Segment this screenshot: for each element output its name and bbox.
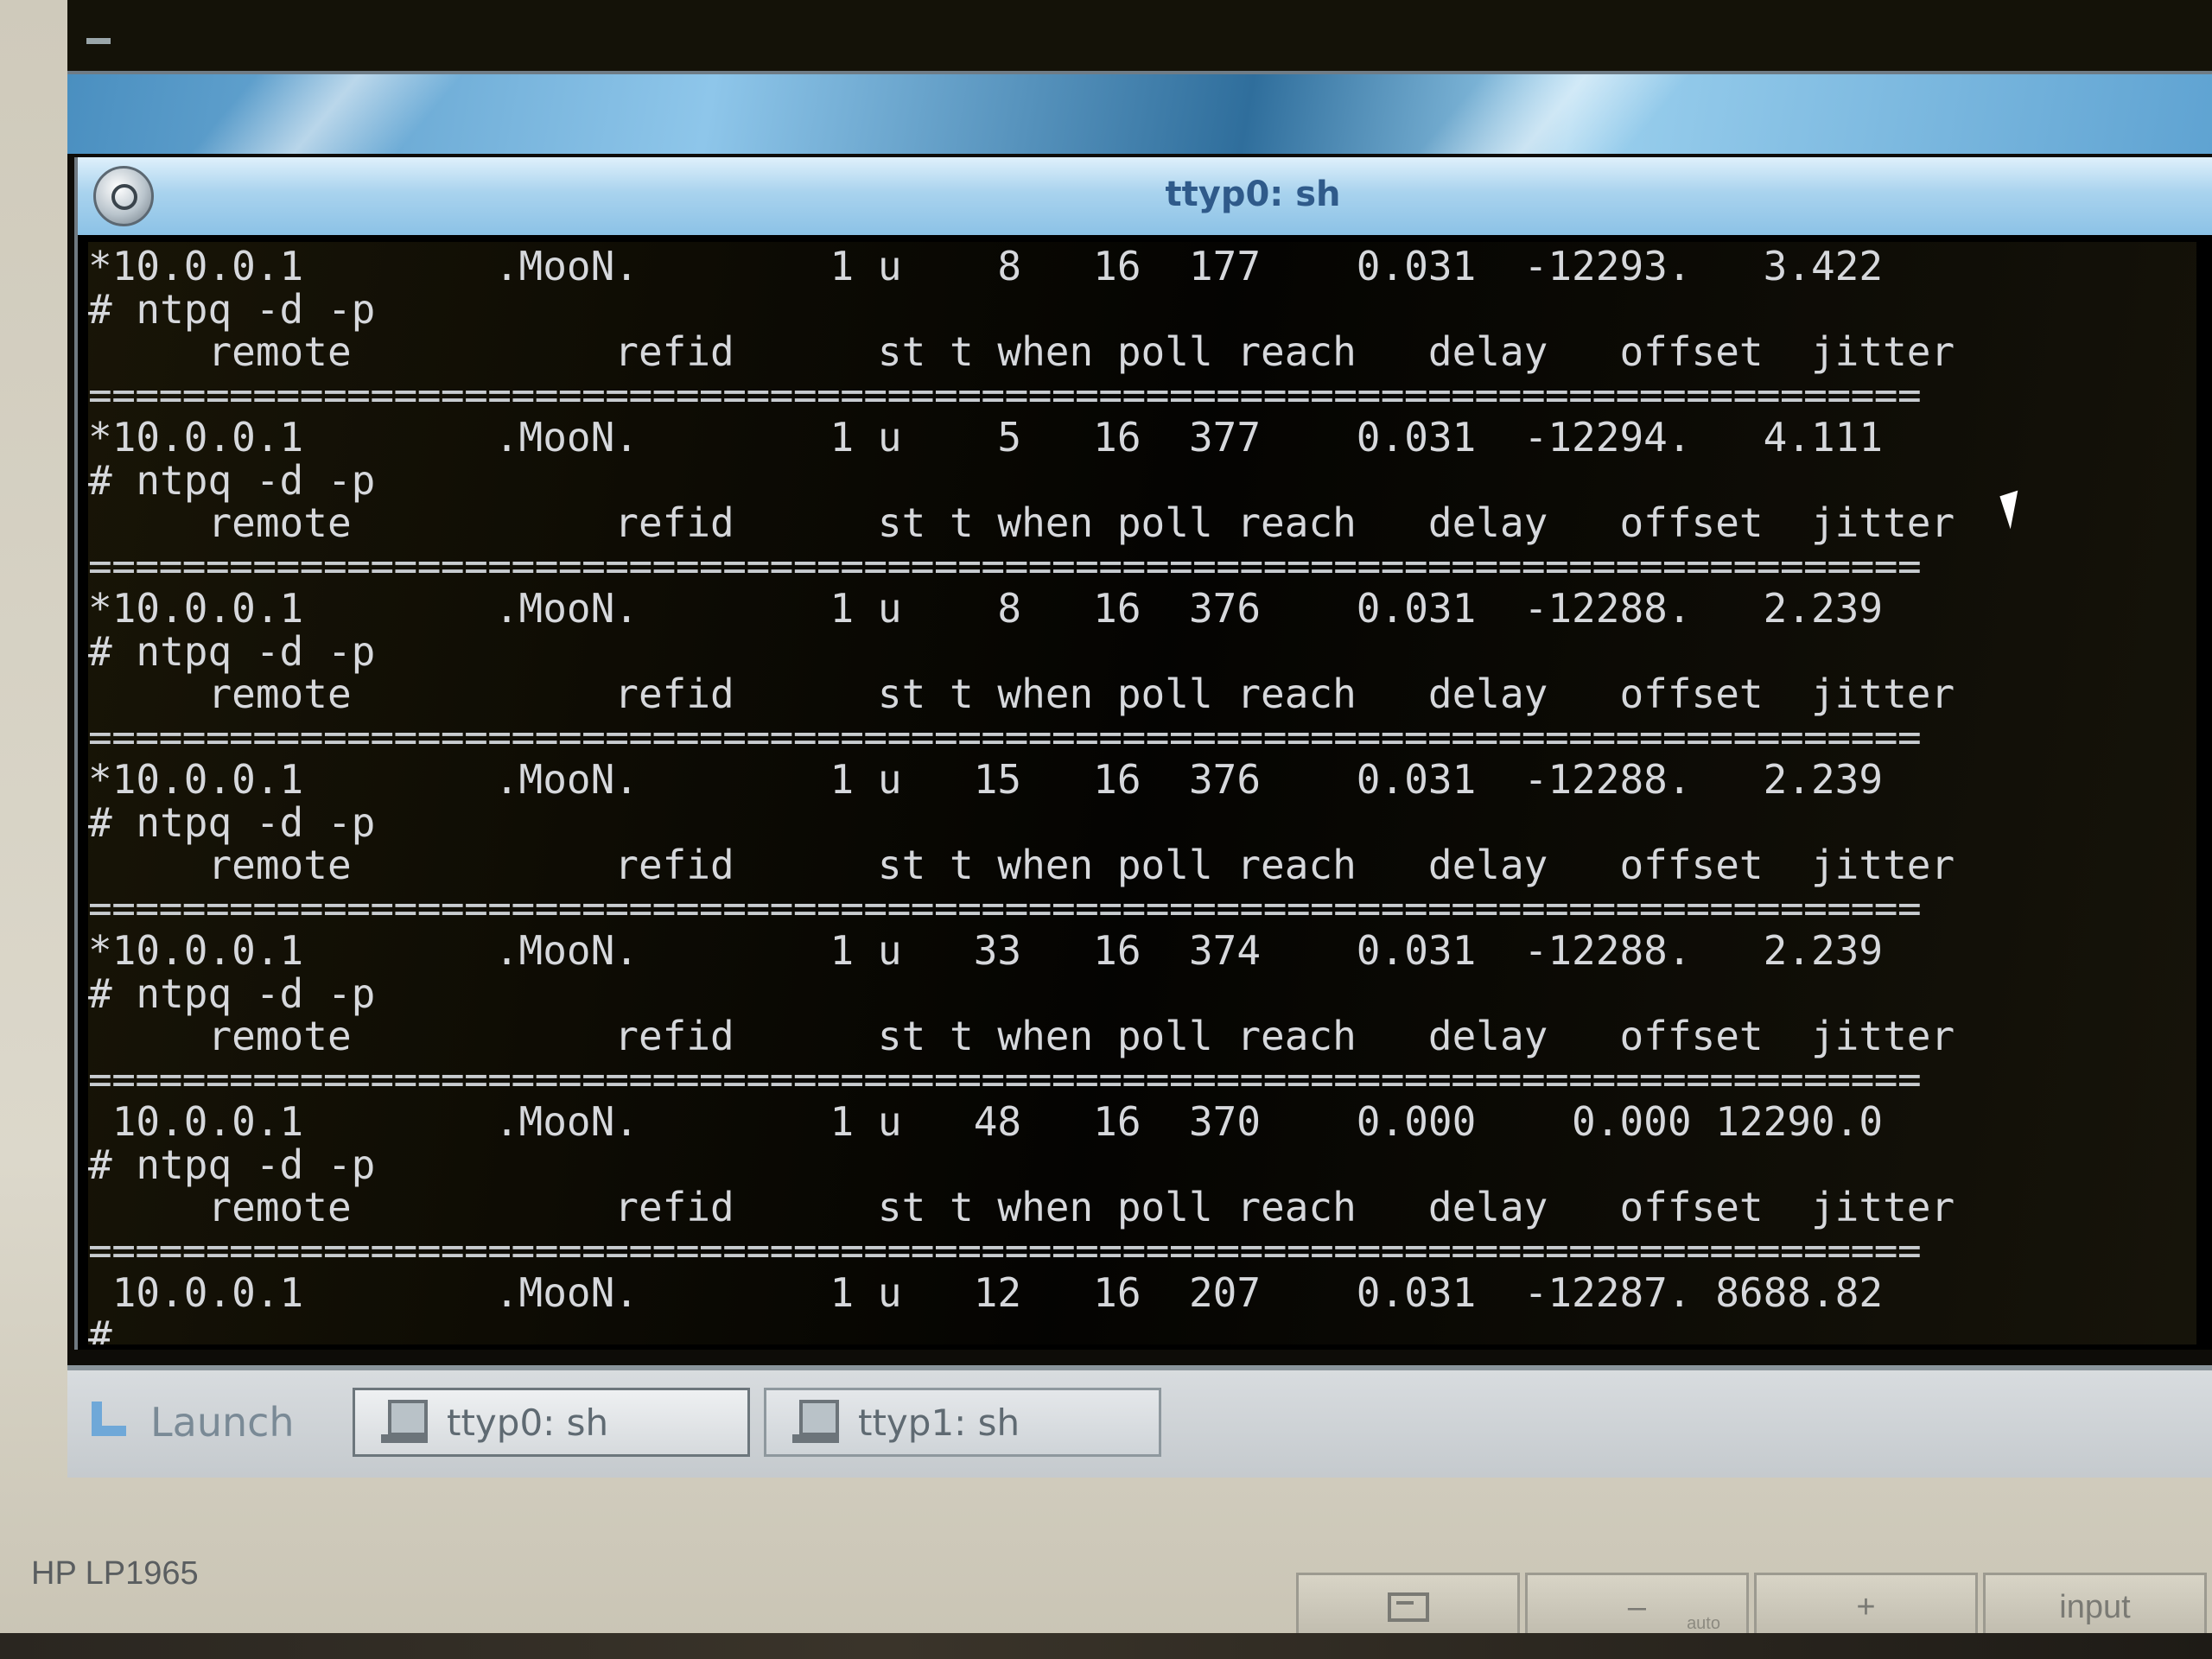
terminal-peer-line: *10.0.0.1 .MooN. 1 u 15 16 376 0.031 -12… <box>88 756 1884 803</box>
wallpaper-streak <box>189 74 464 154</box>
terminal-peer-line: *10.0.0.1 .MooN. 1 u 5 16 377 0.031 -122… <box>88 414 1884 461</box>
desktop-wallpaper <box>67 74 2212 154</box>
terminal-command-line: # ntpq -d -p <box>88 627 376 675</box>
terminal-header-line: remote refid st t when poll reach delay … <box>88 842 1955 888</box>
terminal-separator-line: ========================================… <box>88 371 1922 418</box>
window-title: ttyp0: sh <box>1165 175 1341 214</box>
terminal-peer-line: 10.0.0.1 .MooN. 1 u 48 16 370 0.000 0.00… <box>88 1098 1884 1145</box>
window-titlebar[interactable]: ttyp0: sh <box>78 157 2212 235</box>
terminal-command-line: # ntpq -d -p <box>88 1141 376 1188</box>
terminal-separator-line: ========================================… <box>88 884 1922 931</box>
monitor-menu-button[interactable] <box>1296 1573 1520 1642</box>
terminal-icon <box>381 1398 428 1446</box>
terminal-separator-line: ========================================… <box>88 1055 1922 1103</box>
monitor-input-button[interactable]: input <box>1983 1573 2207 1642</box>
terminal-peer-line: *10.0.0.1 .MooN. 1 u 33 16 374 0.031 -12… <box>88 927 1884 974</box>
taskbar-item-label: ttyp0: sh <box>447 1401 609 1444</box>
taskbar: Launch ttyp0: sh ttyp1: sh <box>67 1365 2212 1478</box>
wallpaper-streak <box>1416 74 1691 154</box>
terminal-separator-line: ========================================… <box>88 713 1922 760</box>
monitor-plus-button[interactable]: + <box>1754 1573 1978 1642</box>
terminal-command-line: # ntpq -d -p <box>88 798 376 846</box>
background-terminal-cursor <box>86 38 111 44</box>
monitor-minus-button[interactable]: – auto <box>1525 1573 1749 1642</box>
terminal-icon <box>792 1398 839 1446</box>
taskbar-item-ttyp1[interactable]: ttyp1: sh <box>764 1388 1161 1457</box>
window-menu-icon[interactable] <box>93 166 154 226</box>
taskbar-item-label: ttyp1: sh <box>858 1401 1020 1444</box>
minus-label: – <box>1627 1588 1647 1625</box>
terminal-header-line: remote refid st t when poll reach delay … <box>88 1013 1955 1059</box>
menu-icon <box>1387 1592 1429 1622</box>
terminal-header-line: remote refid st t when poll reach delay … <box>88 328 1955 375</box>
desk-cables <box>0 1633 2212 1659</box>
monitor-model-label: HP LP1965 <box>31 1555 199 1592</box>
taskbar-item-ttyp0[interactable]: ttyp0: sh <box>353 1388 750 1457</box>
launch-label: Launch <box>150 1399 295 1446</box>
terminal-header-line: remote refid st t when poll reach delay … <box>88 499 1955 546</box>
terminal-peer-line: 10.0.0.1 .MooN. 1 u 12 16 207 0.031 -122… <box>88 1269 1884 1316</box>
launch-button[interactable]: Launch <box>85 1388 335 1457</box>
terminal-command-line: # ntpq -d -p <box>88 456 376 504</box>
terminal-separator-line: ========================================… <box>88 1226 1922 1274</box>
terminal-command-line: # ntpq -d -p <box>88 285 376 333</box>
terminal-output[interactable]: *10.0.0.1 .MooN. 1 u 8 16 177 0.031 -122… <box>88 242 2196 1344</box>
terminal-header-line: remote refid st t when poll reach delay … <box>88 1184 1955 1230</box>
auto-label: auto <box>1687 1614 1720 1633</box>
terminal-header-line: remote refid st t when poll reach delay … <box>88 671 1955 717</box>
plus-label: + <box>1856 1588 1876 1625</box>
monitor-controls: – auto + input <box>1296 1573 2212 1642</box>
launch-arrow-icon <box>85 1396 137 1448</box>
screen: ttyp0: sh *10.0.0.1 .MooN. 1 u 8 16 177 … <box>67 0 2212 1478</box>
terminal-command-line: # ntpq -d -p <box>88 969 376 1017</box>
input-label: input <box>2059 1588 2131 1625</box>
terminal-separator-line: ========================================… <box>88 542 1922 589</box>
terminal-peer-line: *10.0.0.1 .MooN. 1 u 8 16 177 0.031 -122… <box>88 243 1884 289</box>
terminal-command-line: # _ <box>88 1312 161 1344</box>
background-terminal <box>67 0 2212 74</box>
terminal-window[interactable]: ttyp0: sh *10.0.0.1 .MooN. 1 u 8 16 177 … <box>74 157 2212 1350</box>
terminal-peer-line: *10.0.0.1 .MooN. 1 u 8 16 376 0.031 -122… <box>88 585 1884 632</box>
